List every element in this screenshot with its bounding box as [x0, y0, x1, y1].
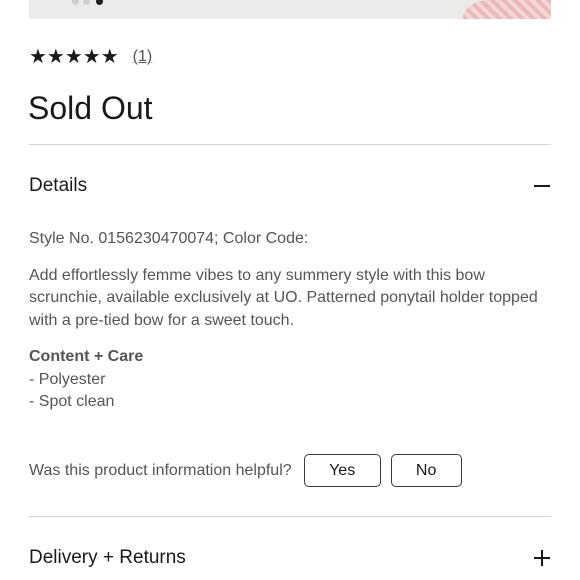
product-image[interactable]	[29, 0, 551, 19]
delivery-accordion-header[interactable]: Delivery + Returns	[29, 543, 551, 573]
style-number: Style No. 0156230470074; Color Code:	[29, 230, 309, 247]
care-item: - Polyester	[29, 370, 106, 388]
rating-row: ★★★★★ (1)	[29, 46, 152, 68]
content-care-title: Content + Care	[29, 348, 144, 365]
delivery-title: Delivery + Returns	[29, 547, 186, 568]
yes-button[interactable]: Yes	[303, 454, 381, 487]
star-rating-icon: ★★★★★	[29, 46, 119, 68]
helpful-feedback: Was this product information helpful? Ye…	[29, 454, 462, 487]
helpful-question: Was this product information helpful?	[29, 461, 292, 479]
scrunchie-image-edge	[463, 0, 551, 19]
details-accordion-header[interactable]: Details	[29, 171, 551, 201]
details-content: Style No. 0156230470074; Color Code: Add…	[29, 228, 555, 414]
no-button[interactable]: No	[390, 454, 462, 487]
minus-icon	[533, 177, 551, 195]
divider	[29, 144, 551, 145]
image-carousel-dots	[72, 0, 112, 6]
details-title: Details	[29, 175, 88, 196]
sold-out-status: Sold Out	[28, 90, 153, 126]
care-item: - Spot clean	[29, 393, 115, 410]
plus-icon	[533, 549, 551, 567]
review-count-link[interactable]: (1)	[133, 46, 153, 68]
product-detail-page: ★★★★★ (1) Sold Out Details Style No. 015…	[0, 0, 580, 580]
product-description: Add effortlessly femme vibes to any summ…	[29, 266, 538, 329]
divider	[29, 516, 551, 517]
